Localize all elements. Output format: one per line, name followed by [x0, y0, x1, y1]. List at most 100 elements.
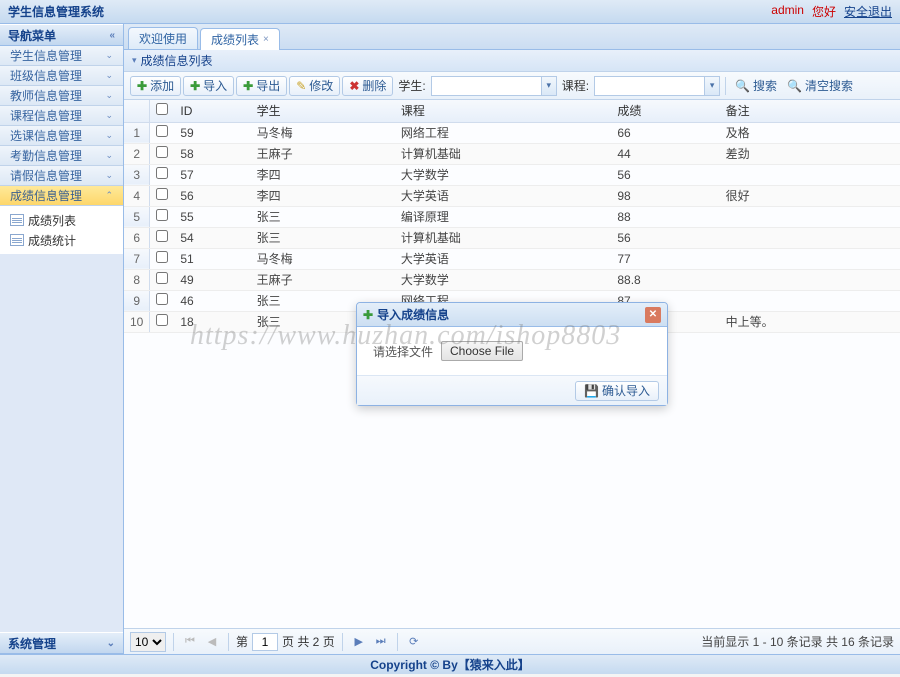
table-row[interactable]: 159马冬梅网络工程66及格 — [124, 122, 900, 143]
cell-score: 56 — [611, 227, 719, 248]
col-id[interactable]: ID — [174, 100, 250, 122]
table-row[interactable]: 357李四大学数学56 — [124, 164, 900, 185]
current-user: admin — [771, 3, 804, 20]
cell-remark: 差劲 — [720, 143, 900, 164]
search-button[interactable]: 🔍搜索 — [731, 77, 781, 94]
list-icon — [10, 214, 24, 226]
page-first-button[interactable]: ⏮ — [181, 633, 199, 651]
page-next-button[interactable]: ▶ — [350, 633, 368, 651]
pager: 10 ⏮ ◀ 第 页 共 2 页 ▶ ⏭ ⟳ 当前显示 1 - 10 条记录 共… — [124, 628, 900, 654]
cell-remark — [720, 290, 900, 311]
choose-file-label: 请选择文件 — [373, 343, 433, 360]
choose-file-button[interactable]: Choose File — [441, 341, 523, 361]
sidebar-item-class[interactable]: 班级信息管理⌄ — [0, 66, 123, 86]
tab-welcome[interactable]: 欢迎使用 — [128, 27, 198, 49]
cell-id: 56 — [174, 185, 250, 206]
table-row[interactable]: 456李四大学英语98很好 — [124, 185, 900, 206]
table-row[interactable]: 555张三编译原理88 — [124, 206, 900, 227]
edit-button[interactable]: ✎修改 — [289, 76, 340, 96]
delete-icon: ✖ — [349, 79, 359, 93]
row-number: 10 — [124, 311, 150, 332]
plus-icon: ✚ — [137, 79, 147, 93]
row-checkbox[interactable] — [156, 251, 168, 263]
row-number: 4 — [124, 185, 150, 206]
select-all-checkbox[interactable] — [156, 103, 168, 115]
panel-title: ▾成绩信息列表 — [124, 50, 900, 72]
sidebar-item-attendance[interactable]: 考勤信息管理⌄ — [0, 146, 123, 166]
cell-id: 51 — [174, 248, 250, 269]
row-number: 7 — [124, 248, 150, 269]
col-course[interactable]: 课程 — [395, 100, 611, 122]
add-button[interactable]: ✚添加 — [130, 76, 181, 96]
table-row[interactable]: 751马冬梅大学英语77 — [124, 248, 900, 269]
tab-score-list[interactable]: 成绩列表× — [200, 28, 280, 50]
logout-link[interactable]: 安全退出 — [844, 3, 892, 20]
sidebar-item-score[interactable]: 成绩信息管理⌃ — [0, 186, 123, 206]
page-size-select[interactable]: 10 — [130, 632, 166, 652]
close-icon[interactable]: ✕ — [645, 307, 661, 323]
sidebar-sub-score-list[interactable]: 成绩列表 — [0, 210, 123, 230]
cell-remark: 中上等。 — [720, 311, 900, 332]
row-number: 1 — [124, 122, 150, 143]
col-student[interactable]: 学生 — [251, 100, 395, 122]
copyright: Copyright © By【猿来入此】 — [370, 656, 530, 673]
cell-remark: 很好 — [720, 185, 900, 206]
dropdown-icon[interactable]: ▾ — [704, 76, 720, 96]
cell-course: 网络工程 — [395, 122, 611, 143]
cell-remark — [720, 164, 900, 185]
row-checkbox[interactable] — [156, 146, 168, 158]
delete-button[interactable]: ✖删除 — [342, 76, 393, 96]
dialog-title-bar[interactable]: ✚导入成绩信息 ✕ — [357, 303, 667, 327]
nav-menu-header[interactable]: 导航菜单 « — [0, 24, 123, 46]
course-filter-input[interactable] — [594, 76, 704, 96]
cell-score: 88.8 — [611, 269, 719, 290]
export-button[interactable]: ✚导出 — [236, 76, 287, 96]
cell-student: 李四 — [251, 185, 395, 206]
cell-remark — [720, 269, 900, 290]
sidebar-item-course[interactable]: 课程信息管理⌄ — [0, 106, 123, 126]
row-checkbox[interactable] — [156, 314, 168, 326]
greeting: 您好 — [812, 3, 836, 20]
row-number: 9 — [124, 290, 150, 311]
dropdown-icon[interactable]: ▾ — [541, 76, 557, 96]
sidebar-item-teacher[interactable]: 教师信息管理⌄ — [0, 86, 123, 106]
page-refresh-button[interactable]: ⟳ — [405, 633, 423, 651]
row-checkbox[interactable] — [156, 293, 168, 305]
import-button[interactable]: ✚导入 — [183, 76, 234, 96]
row-checkbox[interactable] — [156, 230, 168, 242]
page-number-input[interactable] — [252, 633, 278, 651]
clear-search-button[interactable]: 🔍清空搜索 — [783, 77, 857, 94]
row-checkbox[interactable] — [156, 125, 168, 137]
cell-student: 张三 — [251, 227, 395, 248]
confirm-import-button[interactable]: 💾确认导入 — [575, 381, 659, 401]
student-filter-label: 学生: — [398, 77, 425, 94]
close-icon[interactable]: × — [263, 34, 269, 45]
col-score[interactable]: 成绩 — [611, 100, 719, 122]
page-prev-button[interactable]: ◀ — [203, 633, 221, 651]
system-manage-header[interactable]: 系统管理 ⌄ — [0, 632, 123, 654]
chevron-down-icon: ⌄ — [105, 90, 113, 101]
student-filter-input[interactable] — [431, 76, 541, 96]
table-row[interactable]: 258王麻子计算机基础44差劲 — [124, 143, 900, 164]
page-last-button[interactable]: ⏭ — [372, 633, 390, 651]
row-checkbox[interactable] — [156, 209, 168, 221]
sidebar-item-student[interactable]: 学生信息管理⌄ — [0, 46, 123, 66]
chevron-up-icon: ⌃ — [105, 190, 113, 201]
cell-remark: 及格 — [720, 122, 900, 143]
cell-score: 98 — [611, 185, 719, 206]
row-checkbox[interactable] — [156, 188, 168, 200]
save-icon: 💾 — [584, 384, 599, 398]
table-row[interactable]: 849王麻子大学数学88.8 — [124, 269, 900, 290]
col-remark[interactable]: 备注 — [720, 100, 900, 122]
sidebar: 导航菜单 « 学生信息管理⌄ 班级信息管理⌄ 教师信息管理⌄ 课程信息管理⌄ 选… — [0, 24, 124, 654]
search-icon: 🔍 — [787, 79, 802, 93]
cell-id: 46 — [174, 290, 250, 311]
row-checkbox[interactable] — [156, 167, 168, 179]
sidebar-sub-score-stats[interactable]: 成绩统计 — [0, 230, 123, 250]
row-checkbox[interactable] — [156, 272, 168, 284]
sidebar-item-selection[interactable]: 选课信息管理⌄ — [0, 126, 123, 146]
table-row[interactable]: 654张三计算机基础56 — [124, 227, 900, 248]
sidebar-item-leave[interactable]: 请假信息管理⌄ — [0, 166, 123, 186]
app-title: 学生信息管理系统 — [8, 3, 104, 20]
row-number: 5 — [124, 206, 150, 227]
